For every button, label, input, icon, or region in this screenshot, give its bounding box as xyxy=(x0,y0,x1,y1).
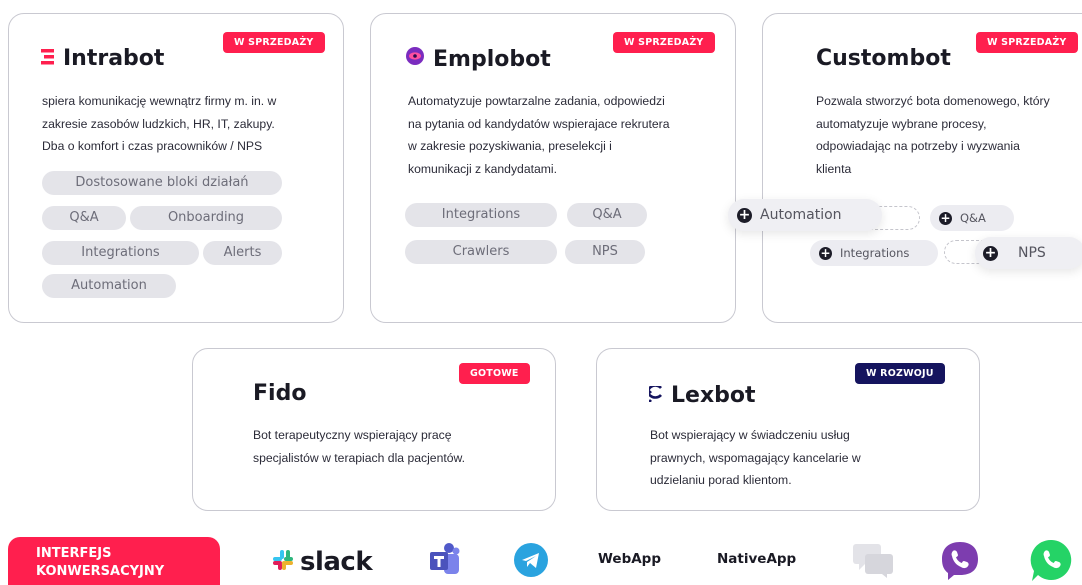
telegram-icon xyxy=(514,542,548,582)
plus-icon: + xyxy=(983,245,998,261)
plus-icon: + xyxy=(939,211,952,225)
status-badge: W SPRZEDAŻY xyxy=(976,32,1078,53)
feature-chip-qa[interactable]: + Q&A xyxy=(930,205,1014,231)
channel-slack[interactable]: slack xyxy=(272,546,373,578)
status-badge: W SPRZEDAŻY xyxy=(613,32,715,53)
plus-icon: + xyxy=(737,207,752,223)
status-badge: W ROZWOJU xyxy=(855,363,945,384)
channel-telegram[interactable] xyxy=(514,542,548,582)
slack-icon xyxy=(272,549,294,576)
feature-chip-nps[interactable]: + NPS xyxy=(975,237,1082,269)
feature-chip[interactable]: Automation xyxy=(42,274,176,298)
card-emplobot[interactable]: W SPRZEDAŻY Emplobot Automatyzuje powtar… xyxy=(370,13,736,323)
channel-webapp[interactable]: WebApp xyxy=(598,548,661,570)
card-description: Automatyzuje powtarzalne zadania, odpowi… xyxy=(408,94,670,176)
feature-chip[interactable]: Crawlers xyxy=(405,240,557,264)
card-title-text: Fido xyxy=(253,381,307,406)
card-title: Emplobot xyxy=(405,46,551,72)
emplobot-logo-icon xyxy=(405,46,425,72)
feature-chip[interactable]: Integrations xyxy=(42,241,199,265)
card-title: Intrabot xyxy=(41,46,164,71)
channel-nativeapp[interactable]: NativeApp xyxy=(717,548,796,570)
card-description: Bot wspierający w świadczeniu usług praw… xyxy=(650,428,861,487)
card-description: Pozwala stworzyć bota domenowego, który … xyxy=(816,94,1050,176)
viber-icon xyxy=(940,540,980,585)
feature-chip-automation[interactable]: + Automation xyxy=(728,199,882,231)
lexbot-logo-icon xyxy=(637,383,663,408)
feature-chip[interactable]: Q&A xyxy=(42,206,126,230)
card-title: Custombot xyxy=(816,46,951,71)
channel-teams[interactable] xyxy=(430,542,460,581)
card-custombot[interactable]: W SPRZEDAŻY Custombot Pozwala stworzyć b… xyxy=(762,13,1082,323)
feature-chip[interactable]: Alerts xyxy=(203,241,282,265)
slack-wordmark: slack xyxy=(300,547,373,577)
plus-icon: + xyxy=(819,246,832,260)
conversational-interface-label: INTERFEJS KONWERSACYJNY xyxy=(8,537,220,585)
status-badge: W SPRZEDAŻY xyxy=(223,32,325,53)
card-title: Fido xyxy=(253,381,306,406)
channel-viber[interactable] xyxy=(940,540,980,585)
teams-icon xyxy=(430,542,460,581)
chat-icon xyxy=(851,542,895,583)
card-description: Bot terapeutyczny wspierający pracę spec… xyxy=(253,428,466,465)
status-badge: GOTOWE xyxy=(459,363,530,384)
feature-chip-integrations[interactable]: + Integrations xyxy=(810,240,938,266)
feature-chip[interactable]: NPS xyxy=(565,240,645,264)
feature-chip[interactable]: Onboarding xyxy=(130,206,282,230)
feature-chip[interactable]: Q&A xyxy=(567,203,647,227)
card-title-text: Intrabot xyxy=(63,46,165,71)
whatsapp-icon xyxy=(1030,538,1074,585)
feature-chip[interactable]: Dostosowane bloki działań xyxy=(42,171,282,195)
intrabot-logo-icon xyxy=(41,46,55,71)
feature-chip[interactable]: Integrations xyxy=(405,203,557,227)
card-title: Lexbot xyxy=(637,383,756,408)
card-title-text: Custombot xyxy=(816,46,951,71)
card-title-text: Lexbot xyxy=(671,383,756,408)
card-title-text: Emplobot xyxy=(433,46,551,72)
card-fido[interactable]: GOTOWE Fido Bot terapeutyczny wspierając… xyxy=(192,348,556,511)
card-lexbot[interactable]: W ROZWOJU Lexbot Bot wspierający w świad… xyxy=(596,348,980,511)
card-description: spiera komunikację wewnątrz firmy m. in.… xyxy=(42,94,277,153)
card-intrabot[interactable]: W SPRZEDAŻY Intrabot spiera komunikację … xyxy=(8,13,344,323)
channel-whatsapp[interactable] xyxy=(1030,538,1074,585)
channel-chat[interactable] xyxy=(851,542,895,583)
